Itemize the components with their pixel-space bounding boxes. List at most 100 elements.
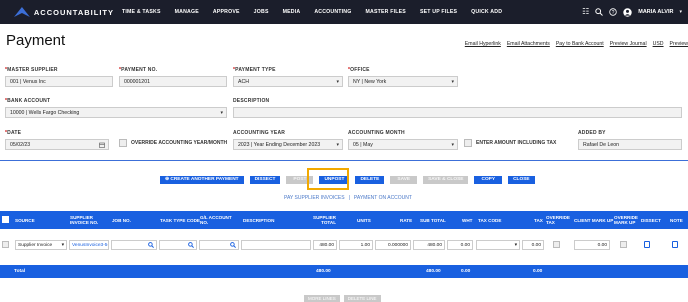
- unpost-highlight-box: [307, 168, 349, 190]
- menu-accounting[interactable]: ACCOUNTING: [314, 9, 351, 15]
- office-select[interactable]: NY | New York ▾: [348, 76, 458, 87]
- dissect-doc-icon[interactable]: [644, 241, 650, 248]
- col-wht[interactable]: WHT: [462, 211, 472, 229]
- col-supplier-total[interactable]: SUPPLIER TOTAL: [312, 211, 336, 229]
- accounting-month-value: 05 | May: [353, 142, 373, 148]
- col-job-no[interactable]: JOB NO.: [112, 211, 131, 229]
- more-lines-button[interactable]: MORE LINES: [304, 295, 340, 302]
- supplier-invoice-link[interactable]: VenusInvoice3-5-2: [69, 240, 109, 250]
- master-supplier-input[interactable]: 001 | Venus Inc: [5, 76, 113, 87]
- avatar[interactable]: [623, 7, 632, 17]
- gl-account-input[interactable]: [199, 240, 239, 250]
- email-hyperlink-link[interactable]: Email Hyperlink: [465, 41, 501, 47]
- units-input[interactable]: 1.00: [339, 240, 373, 250]
- menu-jobs[interactable]: JOBS: [254, 9, 269, 15]
- col-supplier-invoice[interactable]: SUPPLIER INVOICE NO.: [70, 211, 104, 229]
- search-icon[interactable]: [230, 242, 236, 248]
- search-icon[interactable]: [148, 242, 154, 248]
- accounting-year-select[interactable]: 2023 | Year Ending December 2023 ▾: [233, 139, 343, 150]
- close-button[interactable]: CLOSE: [508, 176, 535, 184]
- email-attachments-link[interactable]: Email Attachments: [507, 41, 550, 47]
- menu-quick-add[interactable]: QUICK ADD: [471, 9, 502, 15]
- payment-type-select[interactable]: ACH ▾: [233, 76, 343, 87]
- description-input[interactable]: [241, 240, 311, 250]
- payment-no-label: PAYMENT NO.: [121, 67, 158, 73]
- help-icon[interactable]: ?: [609, 8, 617, 16]
- menu-approve[interactable]: APPROVE: [213, 9, 240, 15]
- create-another-payment-button[interactable]: ⊕ CREATE ANOTHER PAYMENT: [160, 176, 244, 184]
- accounting-year-field: ACCOUNTING YEAR 2023 | Year Ending Decem…: [233, 130, 343, 150]
- col-tax[interactable]: TAX: [534, 211, 543, 229]
- rate-input[interactable]: 0.000000: [375, 240, 411, 250]
- search-icon[interactable]: [595, 8, 604, 16]
- col-gl-account-no[interactable]: G/L ACCOUNT NO.: [200, 211, 236, 229]
- override-tax-checkbox[interactable]: [553, 241, 560, 248]
- preview-journal-link[interactable]: Preview Journal: [610, 41, 647, 47]
- override-checkbox-box[interactable]: [119, 139, 127, 147]
- col-rate[interactable]: RATE: [400, 211, 412, 229]
- search-icon[interactable]: [188, 242, 194, 248]
- payment-on-account-link[interactable]: PAYMENT ON ACCOUNT: [354, 195, 412, 201]
- col-description[interactable]: DESCRIPTION: [243, 211, 274, 229]
- col-units[interactable]: UNITS: [357, 211, 371, 229]
- preview-link[interactable]: Preview: [670, 41, 688, 47]
- chevron-down-icon: ▾: [220, 110, 223, 116]
- col-task-type-code[interactable]: TASK TYPE CODE: [160, 211, 200, 229]
- override-markup-checkbox[interactable]: [620, 241, 627, 248]
- save-close-button[interactable]: SAVE & CLOSE: [423, 176, 469, 184]
- supplier-total-input[interactable]: 480.00: [313, 240, 337, 250]
- description-input[interactable]: [233, 107, 682, 118]
- calendar-icon[interactable]: [99, 142, 105, 148]
- col-note[interactable]: NOTE: [670, 211, 683, 229]
- dissect-button[interactable]: DISSECT: [249, 176, 281, 184]
- accountability-logo[interactable]: ACCOUNTABILITY: [14, 7, 114, 17]
- user-name[interactable]: MARIA ALVIR: [638, 9, 673, 15]
- note-doc-icon[interactable]: [672, 241, 678, 248]
- pay-supplier-invoices-link[interactable]: PAY SUPPLIER INVOICES: [284, 195, 345, 201]
- select-all-checkbox[interactable]: [2, 216, 9, 223]
- bank-account-label: BANK ACCOUNT: [7, 98, 51, 104]
- menu-media[interactable]: MEDIA: [283, 9, 301, 15]
- pay-to-bank-account-link[interactable]: Pay to Bank Account: [556, 41, 604, 47]
- menu-master-files[interactable]: MASTER FILES: [366, 9, 406, 15]
- accounting-month-select[interactable]: 05 | May ▾: [348, 139, 458, 150]
- row-checkbox[interactable]: [2, 241, 9, 248]
- currency-link[interactable]: USD: [653, 41, 664, 47]
- tax-code-select[interactable]: ▾: [476, 240, 520, 250]
- task-type-code-input[interactable]: [159, 240, 197, 250]
- total-sub-total: 480.00: [426, 269, 441, 274]
- total-tax: 0.00: [533, 269, 543, 274]
- col-override-mark-up[interactable]: OVERRIDE MARK UP: [614, 211, 638, 229]
- job-no-input[interactable]: [111, 240, 157, 250]
- accounting-month-label: ACCOUNTING MONTH: [348, 130, 405, 136]
- incl-tax-checkbox-box[interactable]: [464, 139, 472, 147]
- menu-manage[interactable]: MANAGE: [175, 9, 199, 15]
- logo-mark-icon: [14, 7, 30, 17]
- col-source[interactable]: SOURCE: [15, 211, 35, 229]
- override-year-month-checkbox[interactable]: OVERRIDE ACCOUNTING YEAR/MONTH: [119, 139, 227, 147]
- date-input[interactable]: 05/02/23: [5, 139, 109, 150]
- menu-time-tasks[interactable]: TIME & TASKS: [122, 9, 161, 15]
- col-client-mark-up[interactable]: CLIENT MARK UP: [574, 211, 613, 229]
- grid-menu-icon[interactable]: ☷: [582, 8, 589, 16]
- menu-set-up-files[interactable]: SET UP FILES: [420, 9, 457, 15]
- col-tax-code[interactable]: TAX CODE: [478, 211, 501, 229]
- delete-button[interactable]: DELETE: [355, 176, 385, 184]
- office-value: NY | New York: [353, 79, 387, 85]
- tax-input[interactable]: 0.00: [522, 240, 544, 250]
- amount-including-tax-checkbox[interactable]: ENTER AMOUNT INCLUDING TAX: [464, 139, 556, 147]
- client-markup-input[interactable]: 0.00: [574, 240, 610, 250]
- bank-account-select[interactable]: 10000 | Wells Fargo Checking ▾: [5, 107, 227, 118]
- payment-no-input[interactable]: 000001201: [119, 76, 227, 87]
- col-sub-total[interactable]: SUB TOTAL: [420, 211, 446, 229]
- col-override-tax[interactable]: OVERRIDE TAX: [546, 211, 570, 229]
- source-select[interactable]: Supplier Invoice ▾: [15, 240, 67, 250]
- save-button[interactable]: SAVE: [390, 176, 418, 184]
- chevron-down-icon[interactable]: ▾: [679, 8, 682, 16]
- wht-input[interactable]: 0.00: [447, 240, 473, 250]
- table-row: Supplier Invoice ▾ VenusInvoice3-5-2 480.…: [0, 238, 688, 252]
- sub-total-input[interactable]: 480.00: [413, 240, 445, 250]
- copy-button[interactable]: COPY: [474, 176, 503, 184]
- delete-line-button[interactable]: DELETE LINE: [343, 295, 381, 302]
- col-dissect[interactable]: DISSECT: [641, 211, 661, 229]
